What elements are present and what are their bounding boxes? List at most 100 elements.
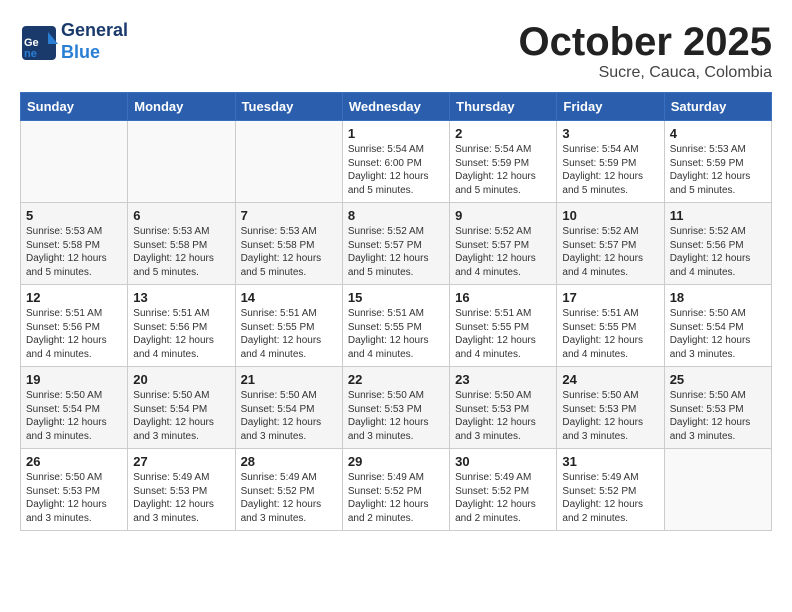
calendar-day-cell: 31Sunrise: 5:49 AM Sunset: 5:52 PM Dayli… (557, 449, 664, 531)
day-info: Sunrise: 5:51 AM Sunset: 5:55 PM Dayligh… (562, 307, 658, 361)
logo-blue: Blue (61, 42, 128, 64)
calendar-week-row: 5 Sunrise: 5:53 AM Sunset: 5:58 PM Daylig… (21, 203, 772, 285)
day-info: Sunrise: 5:50 AM Sunset: 5:54 PM Dayligh… (670, 307, 766, 361)
day-info: Sunrise: 5:50 AM Sunset: 5:53 PM Dayligh… (348, 389, 444, 443)
day-info: Sunrise: 5:54 AM Sunset: 6:00 PM Dayligh… (348, 143, 444, 197)
calendar-day-cell: 6 Sunrise: 5:53 AM Sunset: 5:58 PM Daylig… (128, 203, 235, 285)
calendar-day-cell: 16 Sunrise: 5:51 AM Sunset: 5:55 PM Dayli… (450, 285, 557, 367)
day-info: Sunrise: 5:54 AM Sunset: 5:59 PM Dayligh… (562, 143, 658, 197)
calendar-week-row: 19 Sunrise: 5:50 AM Sunset: 5:54 PM Dayli… (21, 367, 772, 449)
calendar-day-cell: 17 Sunrise: 5:51 AM Sunset: 5:55 PM Dayli… (557, 285, 664, 367)
calendar-day-cell: 26 Sunrise: 5:50 AM Sunset: 5:53 PM Dayli… (21, 449, 128, 531)
location-subtitle: Sucre, Cauca, Colombia (519, 64, 772, 82)
header: Ge ne General Blue October 2025 Sucre, C… (20, 20, 772, 82)
day-info: Sunrise: 5:53 AM Sunset: 5:58 PM Dayligh… (133, 225, 229, 279)
month-title: October 2025 (519, 20, 772, 64)
day-number: 7 (241, 208, 337, 223)
day-number: 13 (133, 290, 229, 305)
day-of-week-header: Thursday (450, 93, 557, 121)
day-info: Sunrise: 5:51 AM Sunset: 5:56 PM Dayligh… (26, 307, 122, 361)
calendar-week-row: 1 Sunrise: 5:54 AM Sunset: 6:00 PM Daylig… (21, 121, 772, 203)
day-number: 2 (455, 126, 551, 141)
calendar-day-cell: 2 Sunrise: 5:54 AM Sunset: 5:59 PM Daylig… (450, 121, 557, 203)
calendar-day-cell (21, 121, 128, 203)
calendar-day-cell: 21Sunrise: 5:50 AM Sunset: 5:54 PM Dayli… (235, 367, 342, 449)
day-number: 4 (670, 126, 766, 141)
day-info: Sunrise: 5:50 AM Sunset: 5:53 PM Dayligh… (670, 389, 766, 443)
calendar-day-cell: 1 Sunrise: 5:54 AM Sunset: 6:00 PM Daylig… (342, 121, 449, 203)
day-info: Sunrise: 5:54 AM Sunset: 5:59 PM Dayligh… (455, 143, 551, 197)
calendar-day-cell: 4 Sunrise: 5:53 AM Sunset: 5:59 PM Daylig… (664, 121, 771, 203)
day-number: 10 (562, 208, 658, 223)
logo-text: General Blue (61, 20, 128, 63)
calendar-day-cell (664, 449, 771, 531)
day-number: 17 (562, 290, 658, 305)
calendar-day-cell: 15Sunrise: 5:51 AM Sunset: 5:55 PM Dayli… (342, 285, 449, 367)
day-number: 14 (241, 290, 337, 305)
calendar-day-cell: 5 Sunrise: 5:53 AM Sunset: 5:58 PM Daylig… (21, 203, 128, 285)
day-number: 18 (670, 290, 766, 305)
day-of-week-header: Monday (128, 93, 235, 121)
day-number: 11 (670, 208, 766, 223)
day-number: 6 (133, 208, 229, 223)
calendar-day-cell: 27Sunrise: 5:49 AM Sunset: 5:53 PM Dayli… (128, 449, 235, 531)
day-info: Sunrise: 5:50 AM Sunset: 5:54 PM Dayligh… (26, 389, 122, 443)
day-of-week-header: Friday (557, 93, 664, 121)
day-info: Sunrise: 5:50 AM Sunset: 5:54 PM Dayligh… (241, 389, 337, 443)
calendar-day-cell: 13Sunrise: 5:51 AM Sunset: 5:56 PM Dayli… (128, 285, 235, 367)
day-info: Sunrise: 5:50 AM Sunset: 5:53 PM Dayligh… (26, 471, 122, 525)
day-info: Sunrise: 5:49 AM Sunset: 5:52 PM Dayligh… (562, 471, 658, 525)
calendar-day-cell: 7 Sunrise: 5:53 AM Sunset: 5:58 PM Daylig… (235, 203, 342, 285)
calendar-day-cell: 8 Sunrise: 5:52 AM Sunset: 5:57 PM Daylig… (342, 203, 449, 285)
day-info: Sunrise: 5:49 AM Sunset: 5:52 PM Dayligh… (241, 471, 337, 525)
svg-text:ne: ne (24, 48, 37, 60)
calendar-day-cell: 28Sunrise: 5:49 AM Sunset: 5:52 PM Dayli… (235, 449, 342, 531)
day-number: 16 (455, 290, 551, 305)
day-number: 9 (455, 208, 551, 223)
day-info: Sunrise: 5:53 AM Sunset: 5:59 PM Dayligh… (670, 143, 766, 197)
logo-icon: Ge ne (20, 24, 56, 60)
day-info: Sunrise: 5:49 AM Sunset: 5:52 PM Dayligh… (455, 471, 551, 525)
calendar-header-row: SundayMondayTuesdayWednesdayThursdayFrid… (21, 93, 772, 121)
day-info: Sunrise: 5:50 AM Sunset: 5:53 PM Dayligh… (455, 389, 551, 443)
day-of-week-header: Saturday (664, 93, 771, 121)
day-info: Sunrise: 5:50 AM Sunset: 5:54 PM Dayligh… (133, 389, 229, 443)
day-info: Sunrise: 5:51 AM Sunset: 5:55 PM Dayligh… (455, 307, 551, 361)
calendar-table: SundayMondayTuesdayWednesdayThursdayFrid… (20, 92, 772, 531)
day-of-week-header: Sunday (21, 93, 128, 121)
day-number: 30 (455, 454, 551, 469)
day-info: Sunrise: 5:53 AM Sunset: 5:58 PM Dayligh… (26, 225, 122, 279)
day-number: 20 (133, 372, 229, 387)
calendar-day-cell (128, 121, 235, 203)
calendar-day-cell: 29Sunrise: 5:49 AM Sunset: 5:52 PM Dayli… (342, 449, 449, 531)
day-number: 1 (348, 126, 444, 141)
calendar-day-cell: 14Sunrise: 5:51 AM Sunset: 5:55 PM Dayli… (235, 285, 342, 367)
calendar-day-cell: 20 Sunrise: 5:50 AM Sunset: 5:54 PM Dayli… (128, 367, 235, 449)
logo: Ge ne General Blue (20, 20, 128, 63)
day-number: 19 (26, 372, 122, 387)
calendar-day-cell: 9Sunrise: 5:52 AM Sunset: 5:57 PM Daylig… (450, 203, 557, 285)
logo-general: General (61, 20, 128, 42)
day-number: 5 (26, 208, 122, 223)
day-info: Sunrise: 5:49 AM Sunset: 5:52 PM Dayligh… (348, 471, 444, 525)
day-info: Sunrise: 5:52 AM Sunset: 5:57 PM Dayligh… (348, 225, 444, 279)
calendar-day-cell: 12Sunrise: 5:51 AM Sunset: 5:56 PM Dayli… (21, 285, 128, 367)
day-number: 26 (26, 454, 122, 469)
day-number: 25 (670, 372, 766, 387)
day-info: Sunrise: 5:52 AM Sunset: 5:57 PM Dayligh… (562, 225, 658, 279)
day-of-week-header: Tuesday (235, 93, 342, 121)
calendar-day-cell: 18 Sunrise: 5:50 AM Sunset: 5:54 PM Dayli… (664, 285, 771, 367)
calendar-day-cell: 24Sunrise: 5:50 AM Sunset: 5:53 PM Dayli… (557, 367, 664, 449)
calendar-day-cell: 3 Sunrise: 5:54 AM Sunset: 5:59 PM Daylig… (557, 121, 664, 203)
calendar-day-cell: 23 Sunrise: 5:50 AM Sunset: 5:53 PM Dayli… (450, 367, 557, 449)
day-info: Sunrise: 5:51 AM Sunset: 5:55 PM Dayligh… (348, 307, 444, 361)
day-number: 23 (455, 372, 551, 387)
day-number: 22 (348, 372, 444, 387)
day-number: 8 (348, 208, 444, 223)
day-info: Sunrise: 5:53 AM Sunset: 5:58 PM Dayligh… (241, 225, 337, 279)
day-info: Sunrise: 5:50 AM Sunset: 5:53 PM Dayligh… (562, 389, 658, 443)
calendar-day-cell (235, 121, 342, 203)
day-number: 27 (133, 454, 229, 469)
title-area: October 2025 Sucre, Cauca, Colombia (519, 20, 772, 82)
day-number: 3 (562, 126, 658, 141)
